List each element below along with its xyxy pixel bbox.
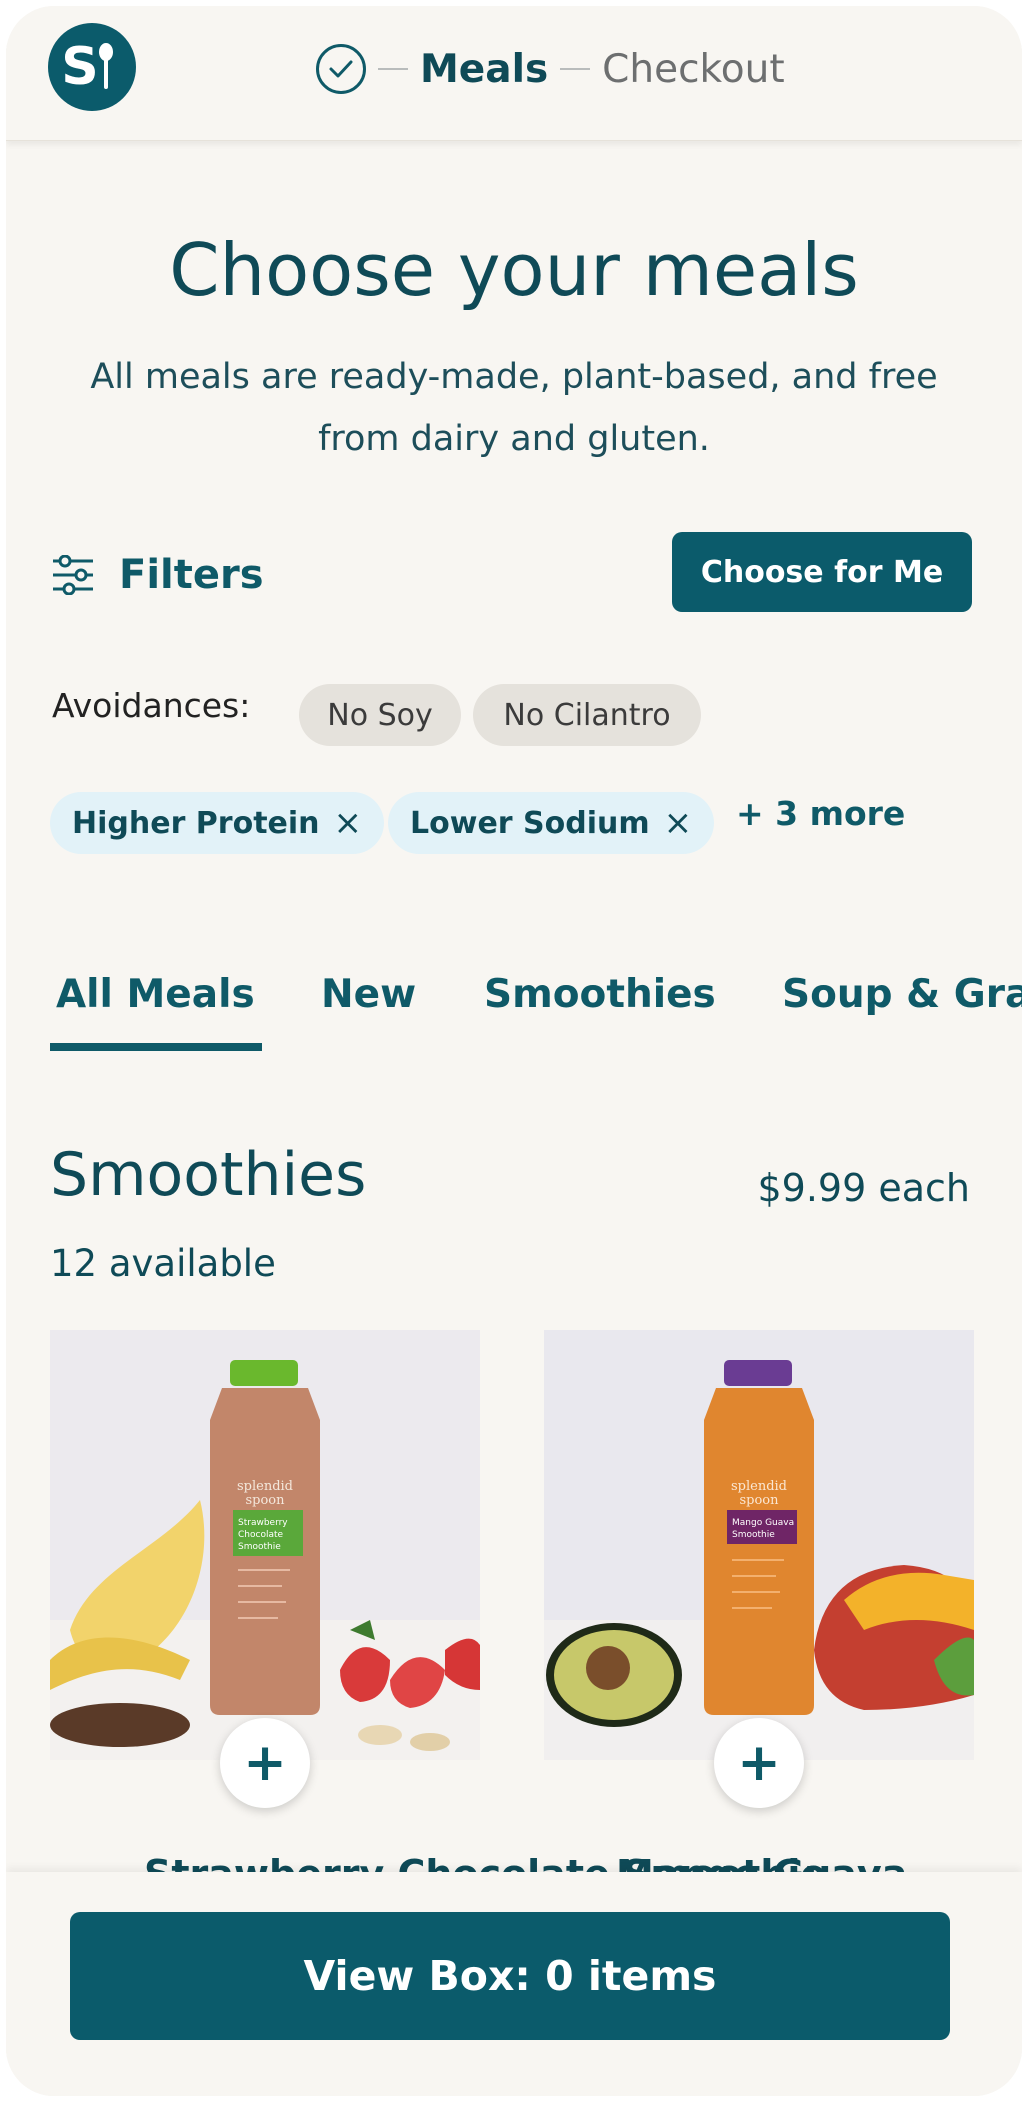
remove-filter-icon[interactable]: × <box>664 803 693 843</box>
tab-new[interactable]: New <box>321 972 416 1017</box>
svg-text:Smoothie: Smoothie <box>238 1542 281 1552</box>
active-tab-indicator <box>50 1043 262 1051</box>
page-title: Choose your meals <box>169 228 859 312</box>
view-box-button[interactable]: View Box: 0 items <box>70 1912 950 2040</box>
tab-soup-grains[interactable]: Soup & Gra <box>782 972 1022 1017</box>
svg-text:splendid: splendid <box>731 1479 787 1494</box>
chip-lower-sodium[interactable]: Lower Sodium × <box>388 792 715 854</box>
step-complete-check-icon <box>316 44 366 94</box>
spoon-icon <box>98 43 113 89</box>
svg-text:Strawberry: Strawberry <box>238 1518 288 1528</box>
choose-for-me-button[interactable]: Choose for Me <box>672 532 972 612</box>
tab-all-meals[interactable]: All Meals <box>56 972 255 1017</box>
step-divider <box>378 68 408 70</box>
add-to-box-button[interactable]: + <box>220 1718 310 1808</box>
svg-text:splendid: splendid <box>237 1479 293 1494</box>
chip-label: Lower Sodium <box>410 805 650 841</box>
product-image: splendid spoon Mango Guava Smoothie <box>544 1330 974 1760</box>
chip-label: Higher Protein <box>72 805 320 841</box>
chip-no-cilantro[interactable]: No Cilantro <box>473 684 701 746</box>
checkout-progress: Meals Checkout <box>316 44 785 94</box>
step-meals: Meals <box>420 46 549 92</box>
svg-text:Chocolate: Chocolate <box>238 1530 283 1540</box>
svg-text:spoon: spoon <box>739 1493 779 1508</box>
avoidances-label: Avoidances: <box>52 686 251 725</box>
header: S Meals Checkout <box>6 6 1022 141</box>
filters-label: Filters <box>119 552 264 598</box>
remove-filter-icon[interactable]: × <box>334 803 363 843</box>
app-frame: S Meals Checkout Choose your meals All m… <box>6 6 1022 2096</box>
more-filters-link[interactable]: + 3 more <box>736 794 905 833</box>
svg-text:Mango Guava: Mango Guava <box>732 1518 794 1528</box>
sliders-icon <box>53 555 93 595</box>
product-image: splendid spoon Strawberry Chocolate Smoo… <box>50 1330 480 1760</box>
chip-higher-protein[interactable]: Higher Protein × <box>50 792 385 854</box>
svg-text:Smoothie: Smoothie <box>732 1530 775 1540</box>
product-card[interactable]: splendid spoon Mango Guava Smoothie + <box>544 1330 974 1808</box>
step-checkout: Checkout <box>602 46 785 92</box>
svg-text:spoon: spoon <box>245 1493 285 1508</box>
category-tabs: All Meals New Smoothies Soup & Gra <box>6 972 1022 1052</box>
bottom-bar: View Box: 0 items <box>6 1872 1022 2096</box>
section-price: $9.99 each <box>757 1166 970 1210</box>
chip-no-soy[interactable]: No Soy <box>299 684 461 746</box>
add-to-box-button[interactable]: + <box>714 1718 804 1808</box>
product-card[interactable]: splendid spoon Strawberry Chocolate Smoo… <box>50 1330 480 1808</box>
section-title: Smoothies <box>50 1140 367 1210</box>
page-subtitle: All meals are ready-made, plant-based, a… <box>90 357 938 459</box>
tab-smoothies[interactable]: Smoothies <box>484 972 716 1017</box>
section-count: 12 available <box>50 1242 276 1285</box>
filters-button[interactable]: Filters <box>51 552 264 598</box>
step-divider <box>560 68 591 70</box>
logo-letter: S <box>61 37 99 97</box>
brand-logo[interactable]: S <box>48 23 136 111</box>
